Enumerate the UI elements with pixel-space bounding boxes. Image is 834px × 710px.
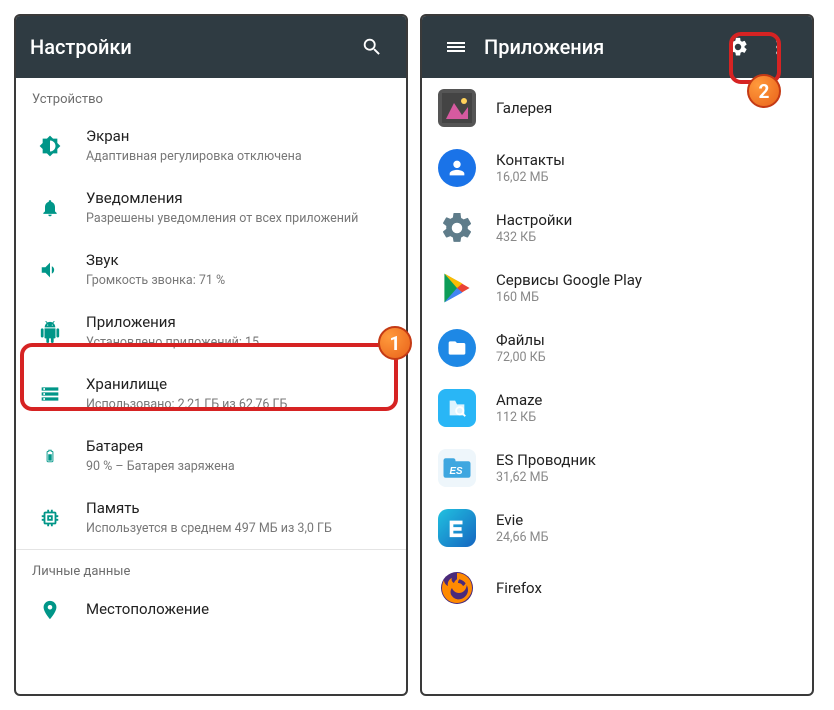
row-title: Экран: [86, 127, 392, 147]
row-title: Память: [86, 499, 392, 519]
settings-screen: Настройки Устройство ЭкранАдаптивная рег…: [14, 14, 408, 696]
section-personal: Личные данные: [16, 549, 406, 587]
app-name: Настройки: [496, 211, 572, 229]
row-apps[interactable]: ПриложенияУстановлено приложений: 15: [16, 301, 406, 363]
callout-badge-2: 2: [747, 74, 781, 108]
row-title: Звук: [86, 251, 392, 271]
contacts-icon: [446, 157, 468, 179]
amaze-icon: [446, 397, 468, 419]
app-size: 432 КБ: [496, 230, 572, 245]
settings-list[interactable]: Устройство ЭкранАдаптивная регулировка о…: [16, 78, 406, 694]
app-name: Галерея: [496, 99, 552, 117]
app-name: Firefox: [496, 579, 542, 597]
firefox-icon: [439, 570, 475, 606]
app-size: 16,02 МБ: [496, 170, 565, 185]
app-row-gms[interactable]: Сервисы Google Play160 МБ: [422, 258, 812, 318]
app-size: 24,66 МБ: [496, 530, 548, 545]
row-title: Хранилище: [86, 375, 392, 395]
apps-screen: Приложения Галерея Контакты16,02 МБ Наст…: [420, 14, 814, 696]
callout-badge-1: 1: [378, 326, 412, 360]
row-sound[interactable]: ЗвукГромкость звонка: 71 %: [16, 239, 406, 301]
android-icon: [39, 321, 61, 343]
app-size: 72,00 КБ: [496, 350, 546, 365]
app-size: 31,62 МБ: [496, 470, 596, 485]
row-sub: Используется в среднем 497 МБ из 3,0 ГБ: [86, 520, 392, 538]
row-title: Батарея: [86, 437, 392, 457]
appbar-apps: Приложения: [422, 16, 812, 78]
more-vert-icon: [768, 37, 788, 57]
row-location[interactable]: Местоположение: [16, 587, 406, 633]
row-storage[interactable]: ХранилищеИспользовано: 2,21 ГБ из 62,76 …: [16, 363, 406, 425]
bell-icon: [40, 198, 60, 218]
row-title: Приложения: [86, 313, 392, 333]
apps-list[interactable]: Галерея Контакты16,02 МБ Настройки432 КБ…: [422, 78, 812, 694]
search-icon: [361, 36, 383, 58]
volume-icon: [39, 259, 61, 281]
app-row-amaze[interactable]: Amaze112 КБ: [422, 378, 812, 438]
es-explorer-icon: ES: [442, 456, 472, 480]
row-display[interactable]: ЭкранАдаптивная регулировка отключена: [16, 115, 406, 177]
app-row-firefox[interactable]: Firefox: [422, 558, 812, 618]
app-name: Evie: [496, 511, 548, 529]
svg-text:ES: ES: [450, 466, 464, 477]
storage-icon: [40, 384, 60, 404]
row-sub: 90 % – Батарея заряжена: [86, 458, 392, 476]
search-button[interactable]: [352, 27, 392, 67]
row-battery[interactable]: Батарея90 % – Батарея заряжена: [16, 425, 406, 487]
app-size: 160 МБ: [496, 290, 642, 305]
row-sub: Разрешены уведомления от всех приложений: [86, 210, 392, 228]
app-name: Amaze: [496, 391, 542, 409]
row-sub: Использовано: 2,21 ГБ из 62,76 ГБ: [86, 396, 392, 414]
row-title: Уведомления: [86, 189, 392, 209]
app-row-settings[interactable]: Настройки432 КБ: [422, 198, 812, 258]
memory-icon: [39, 507, 61, 529]
appbar-title: Приложения: [484, 35, 718, 59]
evie-icon: [446, 517, 468, 539]
location-icon: [39, 599, 61, 621]
menu-button[interactable]: [436, 27, 476, 67]
appbar-title: Настройки: [30, 35, 352, 59]
app-name: ES Проводник: [496, 451, 596, 469]
play-services-icon: [439, 270, 475, 306]
app-row-evie[interactable]: Evie24,66 МБ: [422, 498, 812, 558]
row-notifications[interactable]: УведомленияРазрешены уведомления от всех…: [16, 177, 406, 239]
app-row-es[interactable]: ES ES Проводник31,62 МБ: [422, 438, 812, 498]
hamburger-icon: [447, 40, 465, 54]
brightness-icon: [39, 135, 61, 157]
settings-gear-button[interactable]: [718, 27, 758, 67]
row-sub: Адаптивная регулировка отключена: [86, 148, 392, 166]
row-title: Местоположение: [86, 600, 392, 620]
app-name: Сервисы Google Play: [496, 271, 642, 289]
row-sub: Установлено приложений: 15: [86, 334, 392, 352]
app-row-contacts[interactable]: Контакты16,02 МБ: [422, 138, 812, 198]
gear-icon: [727, 36, 749, 58]
app-name: Файлы: [496, 331, 546, 349]
gear-icon: [439, 210, 475, 246]
section-device: Устройство: [16, 78, 406, 115]
battery-icon: [43, 445, 57, 467]
folder-icon: [447, 338, 467, 358]
row-sub: Громкость звонка: 71 %: [86, 272, 392, 290]
row-memory[interactable]: ПамятьИспользуется в среднем 497 МБ из 3…: [16, 487, 406, 549]
gallery-icon: [442, 93, 472, 123]
app-name: Контакты: [496, 151, 565, 169]
app-row-files[interactable]: Файлы72,00 КБ: [422, 318, 812, 378]
appbar-settings: Настройки: [16, 16, 406, 78]
overflow-button[interactable]: [758, 27, 798, 67]
app-size: 112 КБ: [496, 410, 542, 425]
